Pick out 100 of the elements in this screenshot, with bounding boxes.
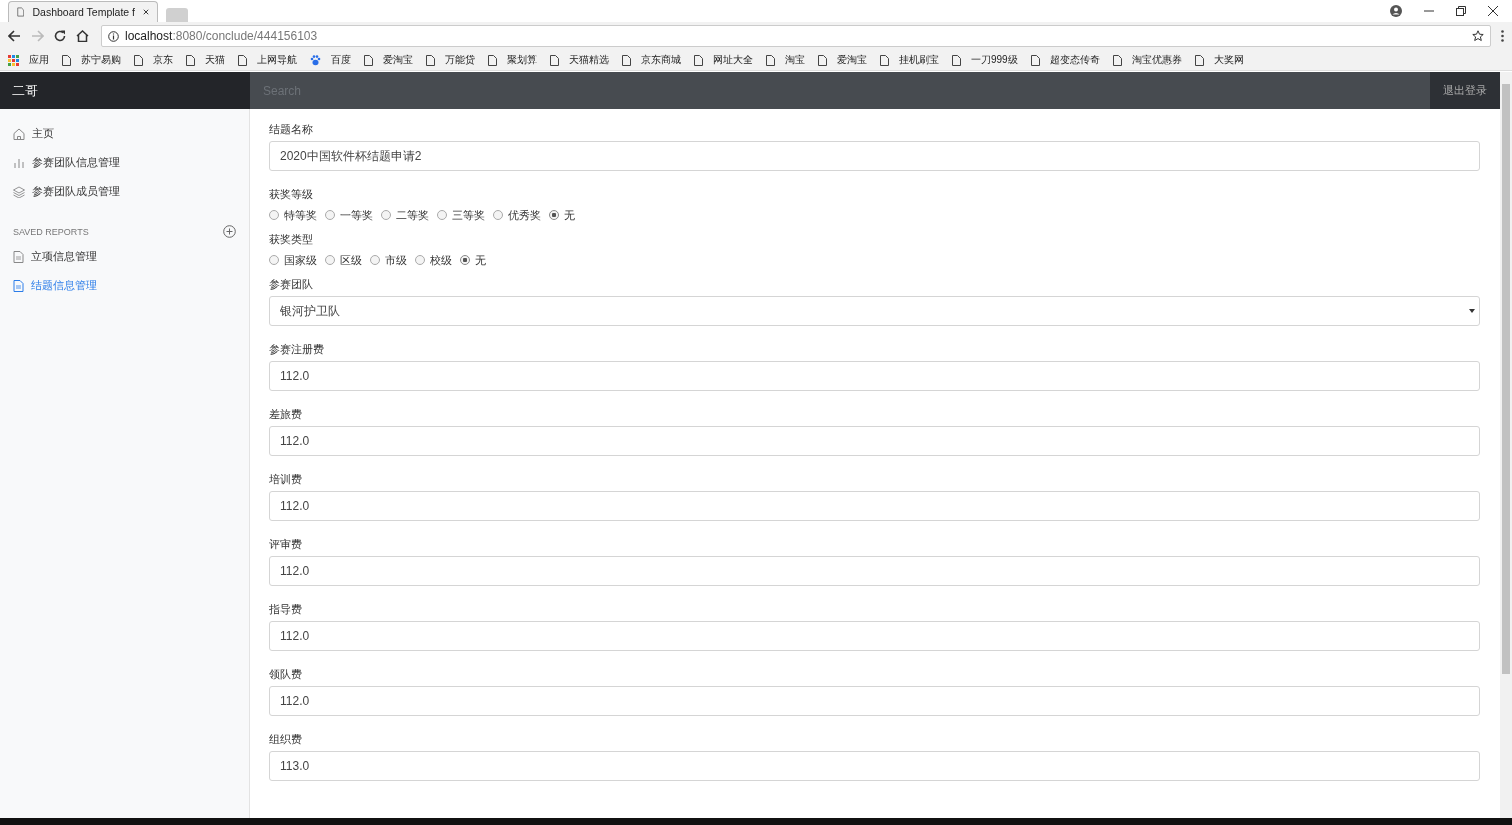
url-text: localhost:8080/conclude/444156103 [125,29,318,43]
page-icon [880,54,889,66]
sidebar-item[interactable]: 参赛团队信息管理 [0,148,249,177]
radio-option[interactable]: 特等奖 [269,207,317,223]
close-icon[interactable] [143,8,149,16]
apps-grid-icon [8,54,19,66]
bookmark[interactable]: 淘宝优惠券 [1112,53,1182,67]
page-icon [550,54,559,66]
radio-button[interactable] [325,210,335,220]
forward-icon[interactable] [31,30,44,42]
bookmark[interactable]: 大奖网 [1194,53,1244,67]
bookmark[interactable]: 聚划算 [488,53,537,67]
input-field[interactable]: 2020中国软件杯结题申请2 [269,141,1480,171]
page-icon [364,54,373,66]
input-field[interactable]: 112.0 [269,491,1480,521]
home-icon[interactable] [76,30,89,42]
input-field[interactable]: 112.0 [269,361,1480,391]
layers-icon [13,185,25,198]
bookmark[interactable]: 万能贷 [426,53,475,67]
radio-button[interactable] [370,255,380,265]
sidebar-item[interactable]: 立项信息管理 [0,242,249,271]
reload-icon[interactable] [54,30,66,42]
page-icon [186,54,195,66]
brand-title[interactable]: 二哥 [0,72,250,109]
radio-option[interactable]: 优秀奖 [493,207,541,223]
section-heading: SAVED REPORTS [13,226,89,237]
page-icon [694,54,703,66]
field-label: 获奖类型 [269,233,314,245]
bookmark[interactable]: 应用 [8,53,49,67]
bookmark[interactable]: 上网导航 [238,53,297,67]
input-field[interactable]: 113.0 [269,751,1480,781]
radio-option[interactable]: 无 [549,207,575,223]
input-field[interactable]: 112.0 [269,426,1480,456]
radio-option[interactable]: 一等奖 [325,207,373,223]
radio-option[interactable]: 区级 [325,252,362,268]
radio-option[interactable]: 二等奖 [381,207,429,223]
field-label: 评审费 [269,538,303,550]
radio-button[interactable] [269,255,279,265]
select-field[interactable]: 银河护卫队 [269,296,1480,326]
file-icon [13,250,24,263]
input-field[interactable]: 112.0 [269,621,1480,651]
input-field[interactable]: 112.0 [269,556,1480,586]
radio-button[interactable] [381,210,391,220]
page-icon [62,54,71,66]
field-label: 参赛团队 [269,278,314,290]
page-icon [952,54,961,66]
radio-button[interactable] [493,210,503,220]
field-label: 领队费 [269,668,303,680]
bookmark[interactable]: 京东商城 [622,53,681,67]
bookmark[interactable]: 京东 [134,53,173,67]
bookmark[interactable]: 爱淘宝 [364,53,413,67]
menu-icon[interactable] [1501,30,1504,42]
close-icon[interactable] [1488,6,1498,16]
bookmark[interactable]: 天猫精选 [550,53,609,67]
page-icon [17,6,25,18]
page-icon [238,54,247,66]
tab-title: Dashboard Template f [32,6,135,18]
radio-button[interactable] [460,255,470,265]
star-icon[interactable] [1472,30,1484,42]
sidebar-item[interactable]: 结题信息管理 [0,271,249,300]
bookmark[interactable]: 爱淘宝 [818,53,867,67]
field-label: 差旅费 [269,408,303,420]
radio-button[interactable] [269,210,279,220]
radio-option[interactable]: 无 [460,252,486,268]
sidebar-item[interactable]: 参赛团队成员管理 [0,177,249,206]
field-label: 培训费 [269,473,303,485]
caret-icon [1469,309,1475,313]
bookmark[interactable]: 一刀999级 [952,53,1018,67]
bookmark[interactable]: 百度 [310,53,351,67]
account-icon[interactable] [1390,5,1402,17]
radio-button[interactable] [549,210,559,220]
restore-icon[interactable] [1456,6,1466,16]
radio-button[interactable] [415,255,425,265]
browser-tab[interactable]: Dashboard Template f [8,1,158,22]
page-icon [1030,54,1040,66]
radio-option[interactable]: 三等奖 [437,207,485,223]
bookmark[interactable]: 挂机刷宝 [880,53,939,67]
bookmark[interactable]: 网址大全 [694,53,753,67]
sidebar-item[interactable]: 主页 [0,119,249,148]
input-field[interactable]: 112.0 [269,686,1480,716]
radio-option[interactable]: 市级 [370,252,407,268]
sign-out-link[interactable]: 退出登录 [1430,72,1500,109]
back-icon[interactable] [8,30,21,42]
page-icon [818,54,827,66]
page-icon [1112,54,1122,66]
bookmark[interactable]: 淘宝 [766,53,805,67]
field-label: 组织费 [269,733,303,745]
scrollbar[interactable] [1500,72,1512,818]
address-bar[interactable]: localhost:8080/conclude/444156103 [101,25,1491,47]
radio-button[interactable] [325,255,335,265]
bookmark[interactable]: 超变态传奇 [1030,53,1100,67]
paw-icon [310,54,321,66]
radio-option[interactable]: 校级 [415,252,452,268]
info-icon [108,30,119,42]
bookmark[interactable]: 天猫 [186,53,225,67]
home-icon [13,127,25,140]
radio-button[interactable] [437,210,447,220]
bookmark[interactable]: 苏宁易购 [62,53,121,67]
radio-option[interactable]: 国家级 [269,252,317,268]
add-icon[interactable] [223,225,236,238]
